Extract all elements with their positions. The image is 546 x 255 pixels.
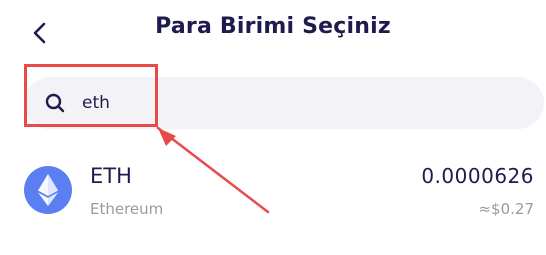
coin-fiat-value: ≈$0.27 <box>478 200 534 218</box>
search-bar[interactable] <box>24 77 544 129</box>
search-icon <box>45 93 65 113</box>
coin-name: Ethereum <box>90 200 164 218</box>
coin-amount: 0.0000626 <box>421 164 534 188</box>
search-input[interactable] <box>82 87 502 119</box>
page-title: Para Birimi Seçiniz <box>155 14 391 39</box>
coin-symbol: ETH <box>90 164 132 188</box>
ethereum-icon <box>24 166 72 214</box>
list-item[interactable]: ETH Ethereum 0.0000626 ≈$0.27 <box>24 154 534 224</box>
